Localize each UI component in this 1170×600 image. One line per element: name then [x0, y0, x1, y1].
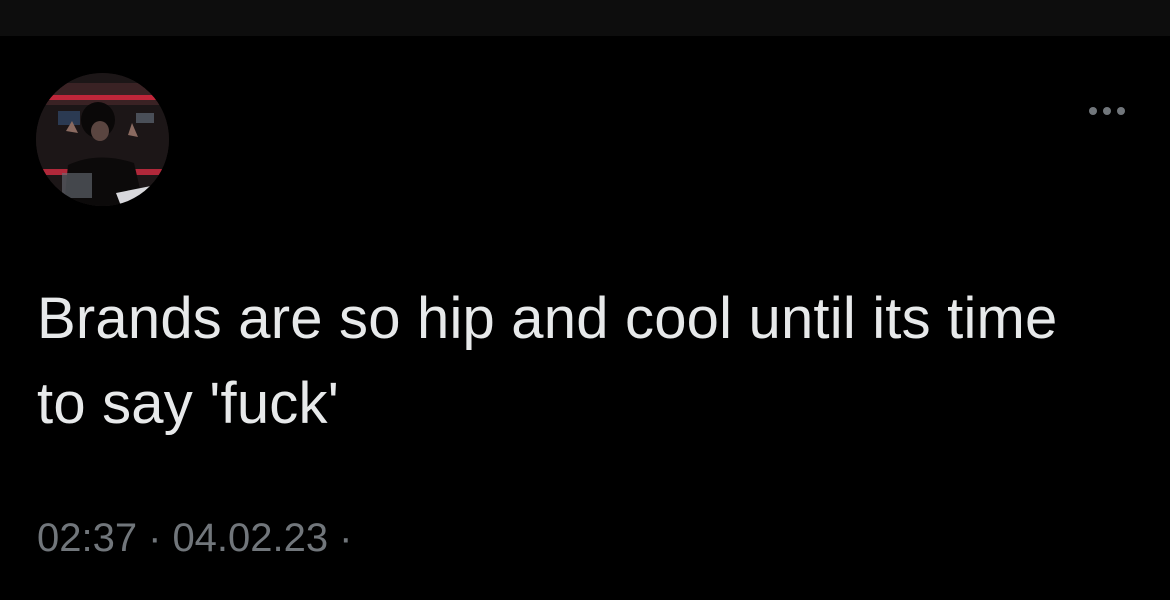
more-horizontal-icon [1089, 107, 1125, 115]
status-bar-area [0, 0, 1170, 36]
avatar[interactable] [36, 73, 169, 206]
tweet-meta: 02:37 · 04.02.23 · [37, 513, 363, 563]
more-options-button[interactable] [1082, 96, 1132, 126]
meta-separator: · [148, 516, 162, 560]
tweet-date[interactable]: 04.02.23 [172, 513, 328, 563]
avatar-photo [36, 73, 169, 206]
tweet-time[interactable]: 02:37 [37, 513, 137, 563]
tweet-text: Brands are so hip and cool until its tim… [37, 286, 1074, 436]
meta-separator-trailing: · [339, 516, 353, 560]
